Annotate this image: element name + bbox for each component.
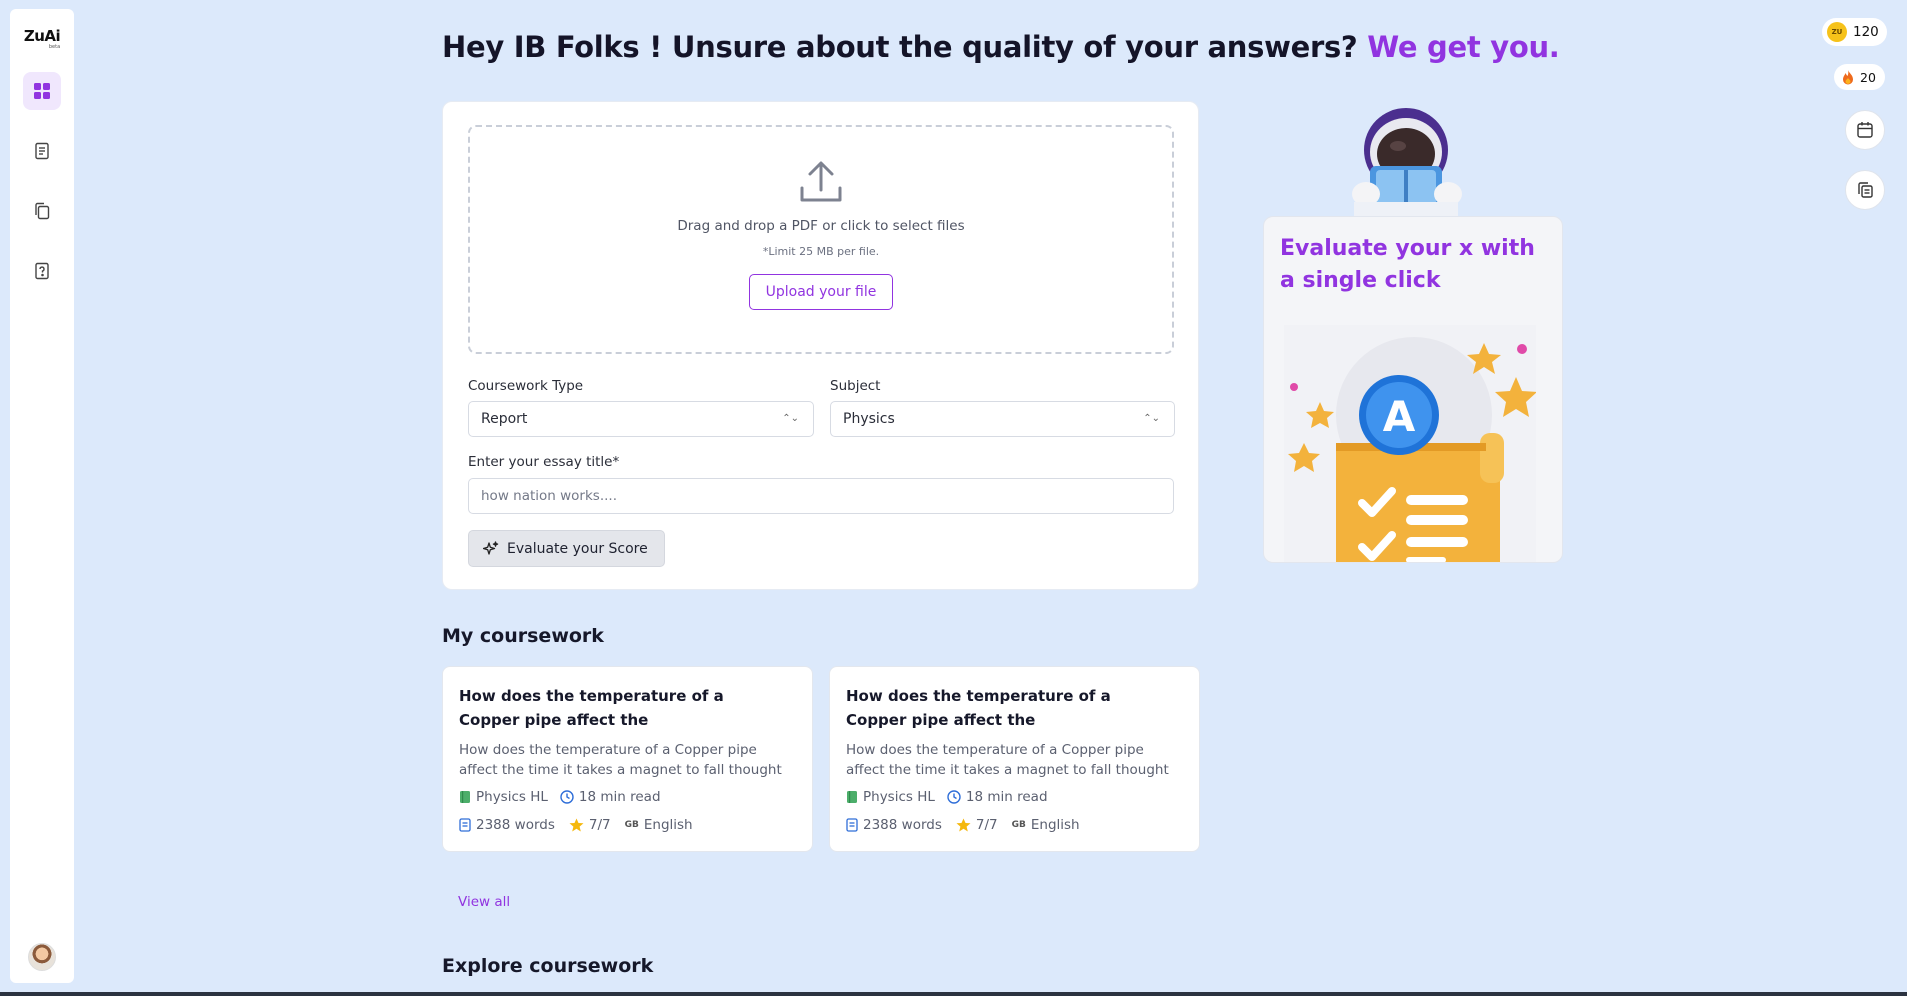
promo-card: Evaluate your x with a single click A	[1263, 216, 1563, 563]
coursework-card-desc: How does the temperature of a Copper pip…	[459, 742, 782, 778]
page-title: Hey IB Folks ! Unsure about the quality …	[442, 30, 1560, 64]
flag-icon: GB	[624, 820, 639, 830]
coursework-card[interactable]: How does the temperature of a Copper pip…	[442, 666, 813, 852]
chevron-updown-icon: ⌃⌄	[1143, 413, 1160, 424]
upload-card: Drag and drop a PDF or click to select f…	[442, 101, 1199, 590]
essay-title-label: Enter your essay title*	[468, 454, 620, 470]
astronaut-illustration	[1352, 108, 1462, 216]
coin-icon: ZU	[1827, 22, 1847, 42]
coursework-card-words: 2388 words	[863, 817, 942, 833]
page-title-accent: We get you.	[1367, 30, 1560, 64]
evaluate-score-button[interactable]: Evaluate your Score	[468, 530, 665, 567]
coursework-card-rating: 7/7	[975, 817, 998, 833]
question-icon	[35, 262, 49, 280]
grid-icon	[34, 83, 50, 99]
subject-select[interactable]: Physics ⌃⌄	[830, 401, 1175, 437]
coursework-card-stats: 2388 words 7/7 GB English	[846, 817, 1183, 833]
file-dropzone[interactable]: Drag and drop a PDF or click to select f…	[468, 125, 1174, 354]
promo-title: Evaluate your x with a single click	[1280, 236, 1535, 293]
coursework-card-desc: How does the temperature of a Copper pip…	[846, 742, 1169, 778]
calendar-icon	[1857, 122, 1873, 138]
document-icon	[846, 818, 858, 832]
star-icon	[956, 818, 971, 832]
clock-icon	[947, 790, 961, 804]
my-coursework-title: My coursework	[442, 625, 604, 647]
sidebar-item-copies[interactable]	[23, 192, 61, 230]
coursework-type-label: Coursework Type	[468, 378, 584, 394]
coursework-card-language: English	[643, 817, 693, 833]
star-icon	[569, 818, 584, 832]
chevron-updown-icon: ⌃⌄	[782, 413, 799, 424]
subject-label: Subject	[830, 378, 881, 394]
flame-icon	[1843, 69, 1853, 84]
coursework-card-words: 2388 words	[476, 817, 555, 833]
sidebar-item-notes[interactable]	[23, 132, 61, 170]
coursework-card-read-time: 18 min read	[578, 789, 661, 805]
document-icon	[35, 142, 49, 160]
coursework-card-language: English	[1030, 817, 1080, 833]
evaluation-illustration: A	[1284, 325, 1536, 562]
coursework-card-rating: 7/7	[588, 817, 611, 833]
book-icon	[847, 791, 857, 803]
sidebar-item-dashboard[interactable]	[23, 72, 61, 110]
coursework-card-meta: Physics HL 18 min read	[846, 789, 1183, 805]
coursework-card-read-time: 18 min read	[965, 789, 1048, 805]
coursework-card-meta: Physics HL 18 min read	[459, 789, 796, 805]
coursework-card-stats: 2388 words 7/7 GB English	[459, 817, 796, 833]
upload-icon	[800, 161, 842, 202]
app-logo[interactable]: ZuAi beta	[24, 29, 61, 50]
sidebar: ZuAi beta	[10, 9, 74, 983]
coursework-card-subject: Physics HL	[476, 789, 548, 805]
flag-icon: GB	[1011, 820, 1026, 830]
explore-coursework-title: Explore coursework	[442, 955, 654, 977]
streak-counter[interactable]: 20	[1834, 64, 1885, 90]
avatar[interactable]	[28, 943, 56, 971]
coins-counter[interactable]: ZU 120	[1822, 18, 1887, 46]
copies-button[interactable]	[1845, 170, 1885, 210]
sparkle-icon	[483, 540, 499, 555]
sidebar-item-quiz[interactable]	[23, 252, 61, 290]
clock-icon	[560, 790, 574, 804]
book-icon	[460, 791, 470, 803]
essay-title-input[interactable]	[468, 478, 1174, 514]
dropzone-text: Drag and drop a PDF or click to select f…	[677, 218, 965, 234]
coursework-card-subject: Physics HL	[863, 789, 935, 805]
copy-icon	[35, 202, 50, 220]
document-icon	[459, 818, 471, 832]
dropzone-limit: *Limit 25 MB per file.	[762, 245, 880, 258]
copy-icon	[1858, 182, 1873, 198]
calendar-button[interactable]	[1845, 110, 1885, 150]
upload-file-button[interactable]: Upload your file	[748, 274, 894, 310]
coursework-card[interactable]: How does the temperature of a Copper pip…	[829, 666, 1200, 852]
view-all-link[interactable]: View all	[458, 894, 510, 910]
coursework-card-title: How does the temperature of a Copper pip…	[459, 687, 724, 729]
promo-badge-letter: A	[1383, 392, 1416, 441]
coursework-card-title: How does the temperature of a Copper pip…	[846, 687, 1111, 729]
coursework-type-select[interactable]: Report ⌃⌄	[468, 401, 814, 437]
